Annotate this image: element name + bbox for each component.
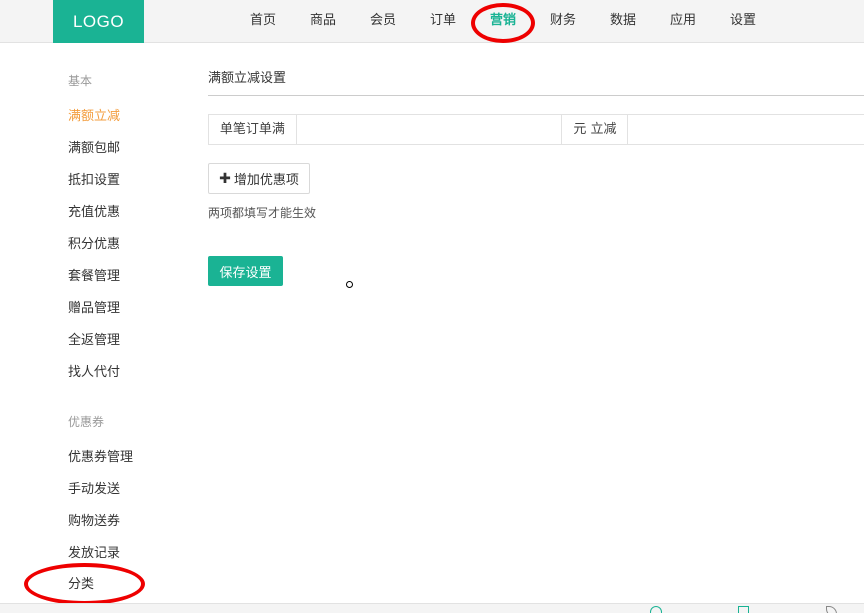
- nav-item-home[interactable]: 首页: [238, 0, 288, 43]
- sidebar-item-coupon-manage[interactable]: 优惠券管理: [68, 446, 133, 465]
- condition-row: 单笔订单满 元 立减: [208, 114, 864, 145]
- hint-text: 两项都填写才能生效: [208, 206, 317, 220]
- bottom-item-left[interactable]: [650, 606, 666, 613]
- mouse-cursor: [346, 281, 353, 288]
- sidebar-item-packages[interactable]: 套餐管理: [68, 265, 120, 284]
- nav-item-orders[interactable]: 订单: [418, 0, 468, 43]
- logo[interactable]: LOGO: [53, 0, 144, 43]
- bottom-item-right[interactable]: [826, 606, 837, 613]
- sidebar-item-cashback[interactable]: 全返管理: [68, 329, 120, 348]
- save-settings-button[interactable]: 保存设置: [208, 256, 283, 286]
- condition-unit-label: 元 立减: [562, 115, 629, 144]
- title-divider: [208, 95, 864, 96]
- nav-item-finance[interactable]: 财务: [538, 0, 588, 43]
- sidebar-item-full-reduction[interactable]: 满额立减: [68, 105, 120, 124]
- sidebar: 基本 满额立减 满额包邮 抵扣设置 充值优惠 积分优惠 套餐管理 赠品管理 全返…: [0, 44, 180, 613]
- sidebar-item-free-shipping[interactable]: 满额包邮: [68, 137, 120, 156]
- nav-item-settings[interactable]: 设置: [718, 0, 768, 43]
- bottom-item-middle[interactable]: [738, 606, 753, 613]
- sidebar-item-gifts[interactable]: 赠品管理: [68, 297, 120, 316]
- nav-item-members[interactable]: 会员: [358, 0, 408, 43]
- checkbox-icon: [738, 606, 749, 613]
- nav-item-marketing[interactable]: 营销: [478, 0, 528, 43]
- sidebar-item-recharge[interactable]: 充值优惠: [68, 201, 120, 220]
- sidebar-item-deduction[interactable]: 抵扣设置: [68, 169, 120, 188]
- sidebar-item-issue-records[interactable]: 发放记录: [68, 542, 120, 561]
- add-discount-item-label: 增加优惠项: [233, 173, 299, 188]
- sidebar-section-basic: 基本: [68, 74, 93, 88]
- top-bar: LOGO 首页 商品 会员 订单 营销 财务 数据 应用 设置: [0, 0, 864, 43]
- sidebar-section-coupon: 优惠券: [68, 415, 105, 429]
- plus-icon: ✚: [219, 170, 231, 187]
- nav-item-apps[interactable]: 应用: [658, 0, 708, 43]
- threshold-amount-input[interactable]: [296, 115, 563, 144]
- sidebar-item-purchase-coupon[interactable]: 购物送券: [68, 510, 120, 529]
- nav-item-products[interactable]: 商品: [298, 0, 348, 43]
- sidebar-item-points[interactable]: 积分优惠: [68, 233, 120, 252]
- discount-amount-input[interactable]: [628, 115, 864, 144]
- leaf-icon: [826, 606, 837, 613]
- sidebar-item-manual-send[interactable]: 手动发送: [68, 478, 120, 497]
- circle-icon: [650, 606, 662, 613]
- condition-label: 单笔订单满: [209, 115, 297, 144]
- add-discount-item-button[interactable]: ✚ 增加优惠项: [208, 163, 310, 194]
- nav-item-data[interactable]: 数据: [598, 0, 648, 43]
- sidebar-item-pay-for-me[interactable]: 找人代付: [68, 361, 120, 380]
- page-title: 满额立减设置: [208, 71, 287, 86]
- sidebar-item-category[interactable]: 分类: [68, 573, 94, 592]
- bottom-bar: [0, 603, 864, 613]
